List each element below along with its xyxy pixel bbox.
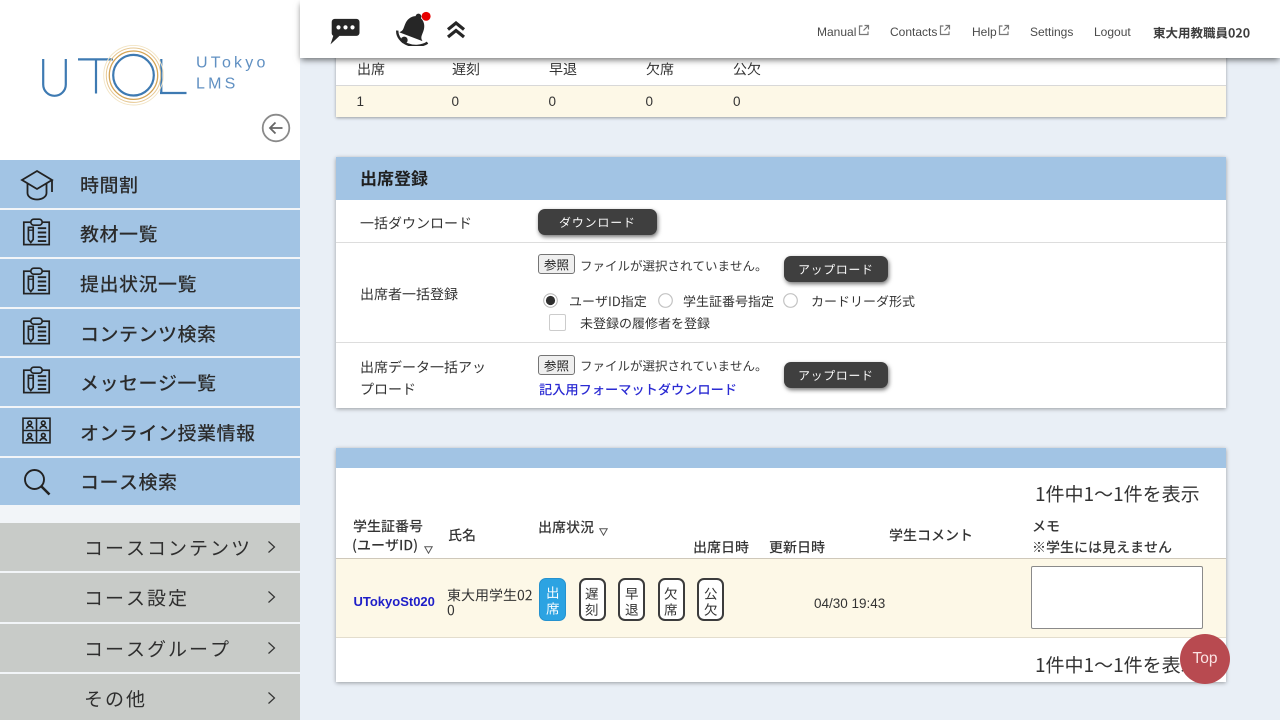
svg-text:LMS: LMS <box>196 76 239 93</box>
svg-text:UTokyo: UTokyo <box>196 55 269 72</box>
